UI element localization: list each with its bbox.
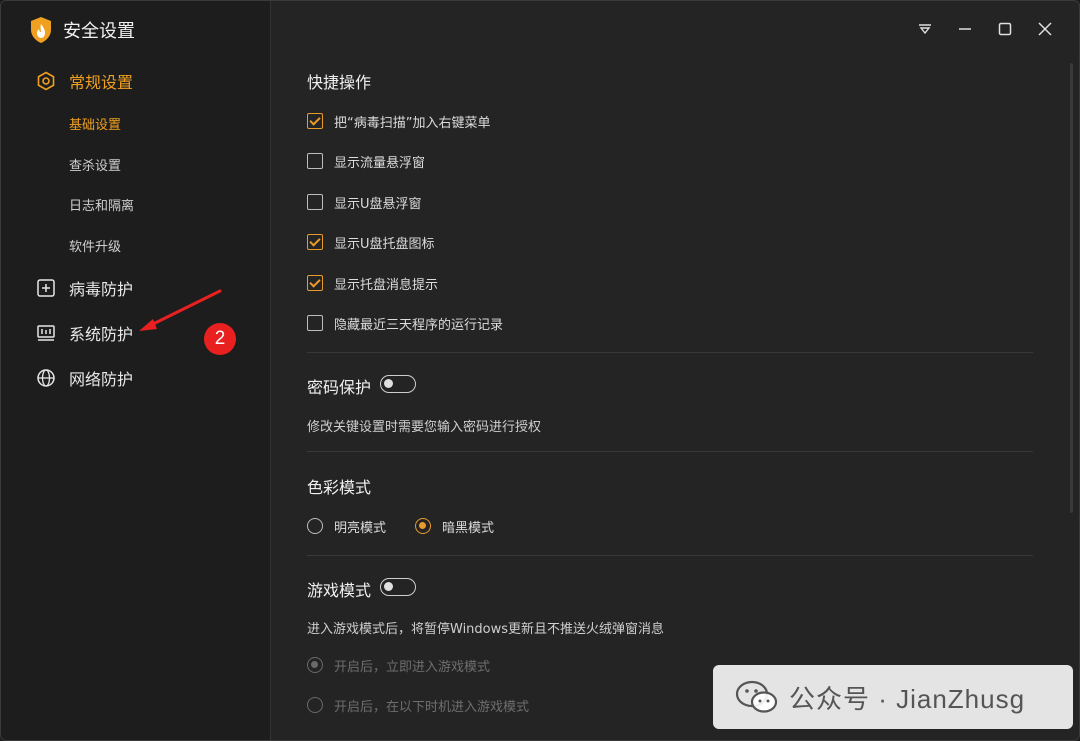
- radio[interactable]: [307, 697, 323, 713]
- shield-logo-icon: [31, 17, 51, 43]
- checkbox-label: 隐藏最近三天程序的运行记录: [334, 317, 504, 333]
- watermark: 公众号 · JianZhusg: [713, 665, 1073, 729]
- sidebar-item-label: 系统防护: [69, 325, 134, 344]
- radio-label: 明亮模式: [334, 520, 387, 536]
- radio-label: 开启后，在以下时机进入游戏模式: [334, 699, 530, 715]
- subitem-basic-settings[interactable]: 基础设置: [69, 108, 121, 138]
- close-button[interactable]: [1025, 15, 1065, 43]
- section-title-quick-ops: 快捷操作: [307, 73, 372, 92]
- subitem-software-upgrade[interactable]: 软件升级: [69, 230, 121, 260]
- dropdown-menu-button[interactable]: [905, 15, 945, 43]
- section-title-password: 密码保护: [307, 378, 372, 397]
- window-controls: [905, 15, 1065, 43]
- checkbox[interactable]: [307, 153, 323, 169]
- radio-label: 开启后，立即进入游戏模式: [334, 659, 491, 675]
- plus-square-icon: [35, 277, 57, 299]
- checkbox-label: 把“病毒扫描”加入右键菜单: [334, 115, 491, 131]
- sidebar-item-network-protection[interactable]: 网络防护: [1, 358, 271, 398]
- app-title: 安全设置: [63, 21, 135, 42]
- radio[interactable]: [307, 518, 323, 534]
- section-title-color-mode: 色彩模式: [307, 478, 372, 497]
- minimize-button[interactable]: [945, 15, 985, 43]
- radio-enter-on-schedule[interactable]: 开启后，在以下时机进入游戏模式: [307, 695, 529, 715]
- radio[interactable]: [415, 518, 431, 534]
- radio-light-mode[interactable]: 明亮模式: [307, 516, 386, 536]
- checkbox-row[interactable]: 显示流量悬浮窗: [307, 151, 425, 171]
- dropdown-icon: [919, 24, 931, 35]
- password-toggle[interactable]: [380, 375, 416, 393]
- gear-icon: [35, 70, 57, 92]
- game-mode-toggle[interactable]: [380, 578, 416, 596]
- close-icon: [1038, 22, 1052, 36]
- minimize-icon: [959, 28, 971, 30]
- sidebar: 安全设置 常规设置 基础设置 查杀设置 日志和隔离 软件升级 病毒防护 系统防护: [1, 1, 271, 740]
- radio-enter-immediately[interactable]: 开启后，立即进入游戏模式: [307, 655, 490, 675]
- sidebar-item-label: 网络防护: [69, 370, 134, 389]
- checkbox-row[interactable]: 隐藏最近三天程序的运行记录: [307, 313, 503, 333]
- globe-icon: [35, 367, 57, 389]
- divider: [307, 352, 1033, 353]
- password-description: 修改关键设置时需要您输入密码进行授权: [307, 420, 542, 435]
- subitem-scan-settings[interactable]: 查杀设置: [69, 149, 121, 179]
- app-title-bar: 安全设置: [29, 15, 135, 45]
- sidebar-item-general[interactable]: 常规设置: [1, 61, 271, 101]
- checkbox[interactable]: [307, 113, 323, 129]
- system-monitor-icon: [35, 322, 57, 344]
- divider: [307, 451, 1033, 452]
- checkbox-row[interactable]: 显示托盘消息提示: [307, 273, 438, 293]
- checkbox[interactable]: [307, 234, 323, 250]
- checkbox-row[interactable]: 把“病毒扫描”加入右键菜单: [307, 111, 490, 131]
- settings-window: 安全设置 常规设置 基础设置 查杀设置 日志和隔离 软件升级 病毒防护 系统防护: [0, 0, 1080, 741]
- radio-dark-mode[interactable]: 暗黑模式: [415, 516, 494, 536]
- checkbox[interactable]: [307, 275, 323, 291]
- wechat-icon: [735, 680, 778, 713]
- checkbox-label: 显示托盘消息提示: [334, 277, 439, 293]
- scrollbar[interactable]: [1070, 63, 1073, 513]
- game-mode-description: 进入游戏模式后，将暂停Windows更新且不推送火绒弹窗消息: [307, 622, 665, 637]
- section-title-game-mode: 游戏模式: [307, 581, 372, 600]
- annotation-badge: 2: [204, 323, 236, 355]
- checkbox-row[interactable]: 显示U盘托盘图标: [307, 232, 435, 252]
- main-panel: 快捷操作 把“病毒扫描”加入右键菜单 显示流量悬浮窗 显示U盘悬浮窗 显示U盘托…: [271, 1, 1079, 740]
- maximize-button[interactable]: [985, 15, 1025, 43]
- checkbox-row[interactable]: 显示U盘悬浮窗: [307, 192, 422, 212]
- subitem-logs-quarantine[interactable]: 日志和隔离: [69, 189, 134, 219]
- checkbox-label: 显示流量悬浮窗: [334, 155, 426, 171]
- radio[interactable]: [307, 657, 323, 673]
- checkbox-label: 显示U盘悬浮窗: [334, 196, 422, 212]
- sidebar-item-label: 病毒防护: [69, 280, 134, 299]
- watermark-text: 公众号 · JianZhusg: [789, 683, 1026, 714]
- checkbox[interactable]: [307, 194, 323, 210]
- checkbox[interactable]: [307, 315, 323, 331]
- divider: [307, 555, 1033, 556]
- radio-label: 暗黑模式: [442, 520, 495, 536]
- sidebar-item-label: 常规设置: [69, 73, 134, 92]
- maximize-icon: [998, 22, 1012, 36]
- checkbox-label: 显示U盘托盘图标: [334, 236, 435, 252]
